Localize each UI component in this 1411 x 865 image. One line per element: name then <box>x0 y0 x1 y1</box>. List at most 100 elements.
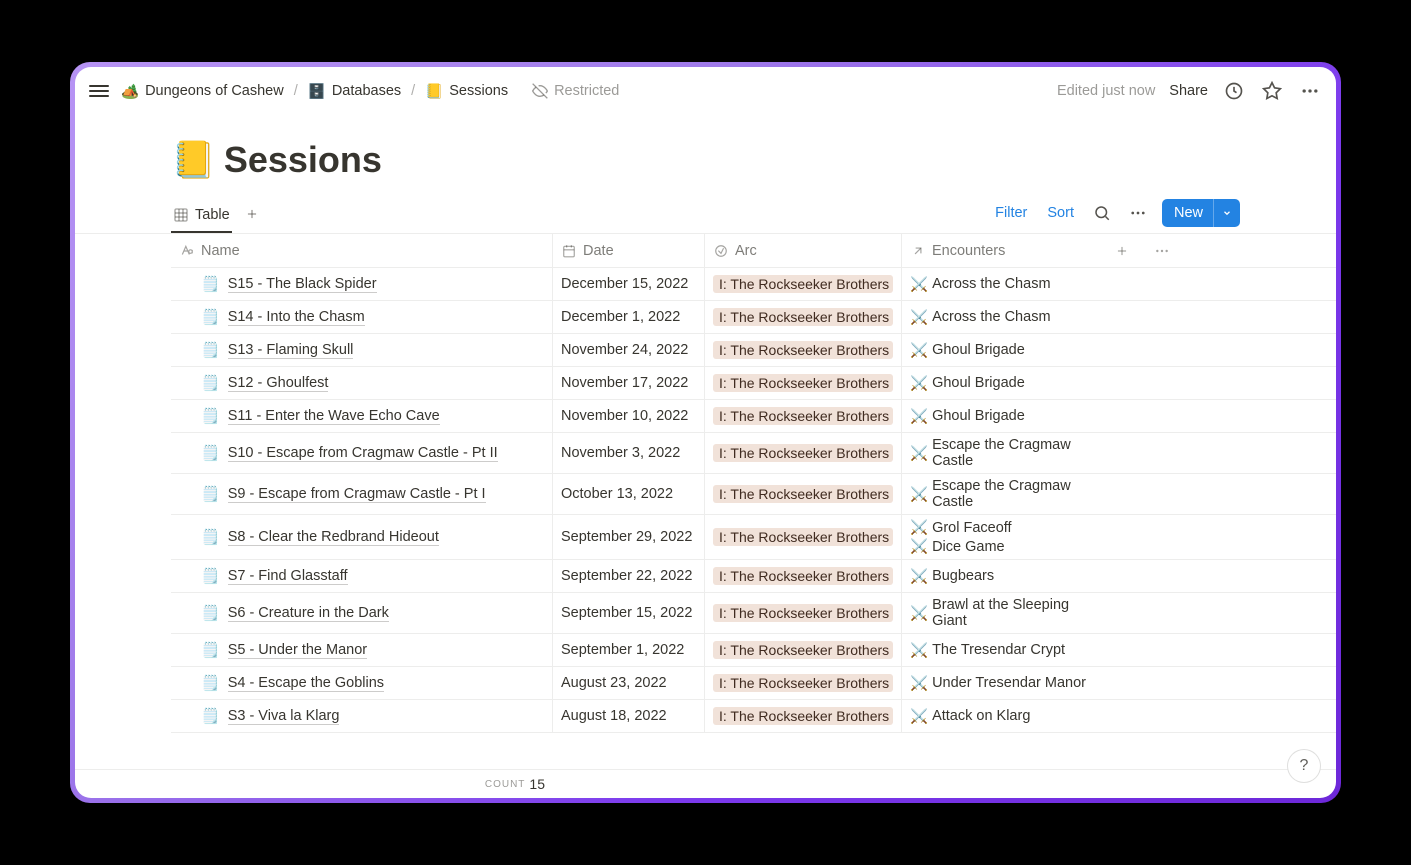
add-column-button[interactable] <box>1102 234 1142 267</box>
cell-date[interactable]: November 24, 2022 <box>553 334 705 366</box>
column-header-arc[interactable]: Arc <box>705 234 902 267</box>
search-icon[interactable] <box>1090 201 1114 225</box>
table-row[interactable]: 🗒️S9 - Escape from Cragmaw Castle - Pt I… <box>171 474 1336 515</box>
cell-date[interactable]: November 17, 2022 <box>553 367 705 399</box>
favorite-icon[interactable] <box>1260 79 1284 103</box>
page-title-text[interactable]: Sessions <box>224 139 382 181</box>
breadcrumb-item[interactable]: 📒 Sessions <box>421 81 512 102</box>
cell-arc[interactable]: I: The Rockseeker Brothers <box>705 667 902 699</box>
encounter-item[interactable]: ⚔️Bugbears <box>910 568 994 585</box>
cell-date[interactable]: November 3, 2022 <box>553 433 705 473</box>
cell-encounters[interactable]: ⚔️Ghoul Brigade <box>902 334 1102 366</box>
share-button[interactable]: Share <box>1169 83 1208 99</box>
cell-name[interactable]: 🗒️S12 - Ghoulfest <box>171 367 553 399</box>
table-row[interactable]: 🗒️S11 - Enter the Wave Echo CaveNovember… <box>171 400 1336 433</box>
cell-arc[interactable]: I: The Rockseeker Brothers <box>705 593 902 633</box>
table-row[interactable]: 🗒️S5 - Under the ManorSeptember 1, 2022I… <box>171 634 1336 667</box>
cell-name[interactable]: 🗒️S14 - Into the Chasm <box>171 301 553 333</box>
cell-date[interactable]: December 15, 2022 <box>553 268 705 300</box>
cell-arc[interactable]: I: The Rockseeker Brothers <box>705 268 902 300</box>
row-name[interactable]: S15 - The Black Spider <box>228 276 377 293</box>
table-row[interactable]: 🗒️S15 - The Black SpiderDecember 15, 202… <box>171 268 1336 301</box>
chevron-down-icon[interactable] <box>1213 199 1240 227</box>
cell-arc[interactable]: I: The Rockseeker Brothers <box>705 433 902 473</box>
encounter-item[interactable]: ⚔️Under Tresendar Manor <box>910 675 1086 692</box>
cell-date[interactable]: October 13, 2022 <box>553 474 705 514</box>
cell-arc[interactable]: I: The Rockseeker Brothers <box>705 560 902 592</box>
row-name[interactable]: S11 - Enter the Wave Echo Cave <box>228 408 440 425</box>
cell-arc[interactable]: I: The Rockseeker Brothers <box>705 367 902 399</box>
add-view-button[interactable] <box>240 202 264 226</box>
help-button[interactable]: ? <box>1287 749 1321 783</box>
cell-encounters[interactable]: ⚔️Brawl at the Sleeping Giant <box>902 593 1102 633</box>
table-row[interactable]: 🗒️S8 - Clear the Redbrand HideoutSeptemb… <box>171 515 1336 560</box>
more-icon[interactable] <box>1298 79 1322 103</box>
table-row[interactable]: 🗒️S12 - GhoulfestNovember 17, 2022I: The… <box>171 367 1336 400</box>
table-row[interactable]: 🗒️S7 - Find GlasstaffSeptember 22, 2022I… <box>171 560 1336 593</box>
count-aggregate[interactable]: COUNT 15 <box>171 776 553 792</box>
cell-name[interactable]: 🗒️S6 - Creature in the Dark <box>171 593 553 633</box>
page-emoji-icon[interactable]: 📒 <box>171 139 216 181</box>
column-header-encounters[interactable]: Encounters <box>902 234 1102 267</box>
encounter-item[interactable]: ⚔️Escape the Cragmaw Castle <box>910 478 1094 510</box>
row-name[interactable]: S13 - Flaming Skull <box>228 342 354 359</box>
cell-name[interactable]: 🗒️S13 - Flaming Skull <box>171 334 553 366</box>
breadcrumb-item[interactable]: 🗄️ Databases <box>304 81 405 102</box>
cell-name[interactable]: 🗒️S11 - Enter the Wave Echo Cave <box>171 400 553 432</box>
cell-date[interactable]: December 1, 2022 <box>553 301 705 333</box>
cell-encounters[interactable]: ⚔️Bugbears <box>902 560 1102 592</box>
encounter-item[interactable]: ⚔️Brawl at the Sleeping Giant <box>910 597 1094 629</box>
cell-date[interactable]: September 29, 2022 <box>553 515 705 559</box>
cell-date[interactable]: September 15, 2022 <box>553 593 705 633</box>
table-row[interactable]: 🗒️S13 - Flaming SkullNovember 24, 2022I:… <box>171 334 1336 367</box>
encounter-item[interactable]: ⚔️The Tresendar Crypt <box>910 642 1065 659</box>
row-name[interactable]: S8 - Clear the Redbrand Hideout <box>228 529 439 546</box>
encounter-item[interactable]: ⚔️Ghoul Brigade <box>910 342 1025 359</box>
cell-date[interactable]: August 18, 2022 <box>553 700 705 732</box>
row-name[interactable]: S7 - Find Glasstaff <box>228 568 348 585</box>
cell-date[interactable]: November 10, 2022 <box>553 400 705 432</box>
cell-encounters[interactable]: ⚔️Escape the Cragmaw Castle <box>902 474 1102 514</box>
cell-name[interactable]: 🗒️S10 - Escape from Cragmaw Castle - Pt … <box>171 433 553 473</box>
cell-date[interactable]: September 1, 2022 <box>553 634 705 666</box>
encounter-item[interactable]: ⚔️Grol Faceoff <box>910 519 1012 536</box>
cell-name[interactable]: 🗒️S15 - The Black Spider <box>171 268 553 300</box>
view-tab-table[interactable]: Table <box>171 201 232 233</box>
row-name[interactable]: S9 - Escape from Cragmaw Castle - Pt I <box>228 486 486 503</box>
row-name[interactable]: S6 - Creature in the Dark <box>228 605 389 622</box>
cell-encounters[interactable]: ⚔️Attack on Klarg <box>902 700 1102 732</box>
breadcrumb-item[interactable]: 🏕️ Dungeons of Cashew <box>117 81 288 102</box>
encounter-item[interactable]: ⚔️Ghoul Brigade <box>910 375 1025 392</box>
cell-arc[interactable]: I: The Rockseeker Brothers <box>705 634 902 666</box>
table-row[interactable]: 🗒️S14 - Into the ChasmDecember 1, 2022I:… <box>171 301 1336 334</box>
cell-arc[interactable]: I: The Rockseeker Brothers <box>705 301 902 333</box>
restricted-badge[interactable]: Restricted <box>532 83 619 99</box>
cell-encounters[interactable]: ⚔️Under Tresendar Manor <box>902 667 1102 699</box>
cell-encounters[interactable]: ⚔️Grol Faceoff⚔️Dice Game <box>902 515 1102 559</box>
cell-name[interactable]: 🗒️S7 - Find Glasstaff <box>171 560 553 592</box>
cell-encounters[interactable]: ⚔️Across the Chasm <box>902 301 1102 333</box>
cell-arc[interactable]: I: The Rockseeker Brothers <box>705 474 902 514</box>
cell-name[interactable]: 🗒️S3 - Viva la Klarg <box>171 700 553 732</box>
encounter-item[interactable]: ⚔️Escape the Cragmaw Castle <box>910 437 1094 469</box>
encounter-item[interactable]: ⚔️Attack on Klarg <box>910 708 1030 725</box>
cell-arc[interactable]: I: The Rockseeker Brothers <box>705 400 902 432</box>
new-button[interactable]: New <box>1162 199 1240 227</box>
cell-encounters[interactable]: ⚔️Escape the Cragmaw Castle <box>902 433 1102 473</box>
cell-arc[interactable]: I: The Rockseeker Brothers <box>705 334 902 366</box>
table-row[interactable]: 🗒️S3 - Viva la KlargAugust 18, 2022I: Th… <box>171 700 1336 733</box>
sort-button[interactable]: Sort <box>1043 203 1078 223</box>
table-row[interactable]: 🗒️S10 - Escape from Cragmaw Castle - Pt … <box>171 433 1336 474</box>
updates-icon[interactable] <box>1222 79 1246 103</box>
cell-arc[interactable]: I: The Rockseeker Brothers <box>705 700 902 732</box>
filter-button[interactable]: Filter <box>991 203 1031 223</box>
encounter-item[interactable]: ⚔️Across the Chasm <box>910 276 1051 293</box>
cell-date[interactable]: September 22, 2022 <box>553 560 705 592</box>
encounter-item[interactable]: ⚔️Ghoul Brigade <box>910 408 1025 425</box>
column-more-button[interactable] <box>1142 234 1182 267</box>
cell-name[interactable]: 🗒️S9 - Escape from Cragmaw Castle - Pt I <box>171 474 553 514</box>
table-row[interactable]: 🗒️S4 - Escape the GoblinsAugust 23, 2022… <box>171 667 1336 700</box>
row-name[interactable]: S10 - Escape from Cragmaw Castle - Pt II <box>228 445 498 462</box>
row-name[interactable]: S12 - Ghoulfest <box>228 375 329 392</box>
encounter-item[interactable]: ⚔️Across the Chasm <box>910 309 1051 326</box>
